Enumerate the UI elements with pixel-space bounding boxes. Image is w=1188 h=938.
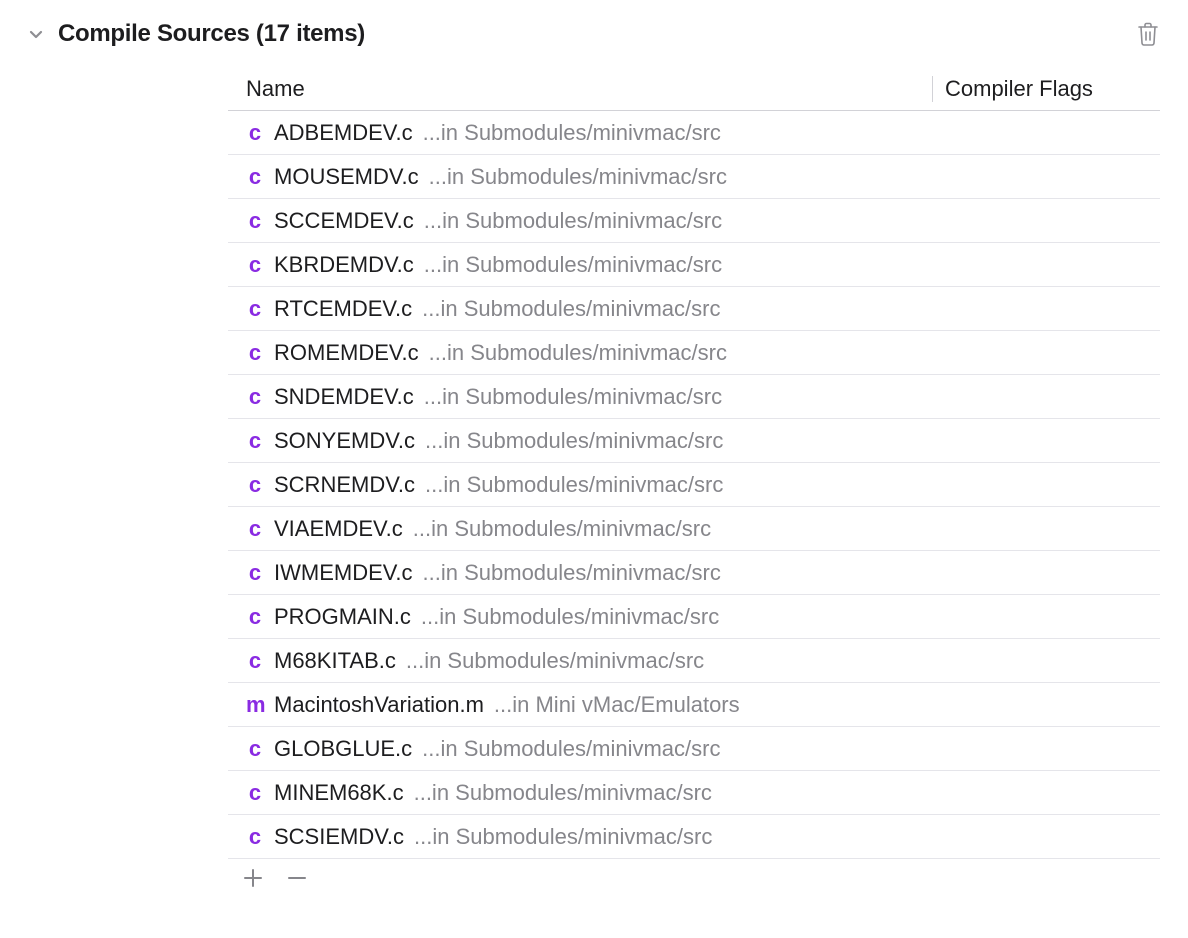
file-name: MOUSEMDV.c bbox=[274, 164, 419, 190]
table-row[interactable]: c IWMEMDEV.c ...in Submodules/minivmac/src bbox=[228, 551, 1160, 595]
trash-icon[interactable] bbox=[1136, 21, 1160, 47]
file-name: SCCEMDEV.c bbox=[274, 208, 414, 234]
cell-name: c KBRDEMDV.c ...in Submodules/minivmac/src bbox=[228, 252, 932, 278]
cell-name: c ADBEMDEV.c ...in Submodules/minivmac/src bbox=[228, 120, 932, 146]
c-file-icon: c bbox=[246, 252, 264, 278]
add-icon[interactable] bbox=[242, 867, 264, 889]
section-header: Compile Sources (17 items) bbox=[28, 20, 1160, 48]
c-file-icon: c bbox=[246, 340, 264, 366]
table-row[interactable]: c PROGMAIN.c ...in Submodules/minivmac/src bbox=[228, 595, 1160, 639]
cell-name: c GLOBGLUE.c ...in Submodules/minivmac/src bbox=[228, 736, 932, 762]
file-path: ...in Submodules/minivmac/src bbox=[423, 560, 721, 586]
file-name: ADBEMDEV.c bbox=[274, 120, 413, 146]
cell-name: m MacintoshVariation.m ...in Mini vMac/Emu… bbox=[228, 692, 932, 718]
table-row[interactable]: c KBRDEMDV.c ...in Submodules/minivmac/src bbox=[228, 243, 1160, 287]
file-path: ...in Submodules/minivmac/src bbox=[424, 384, 722, 410]
file-path: ...in Submodules/minivmac/src bbox=[406, 648, 704, 674]
table-row[interactable]: c MINEM68K.c ...in Submodules/minivmac/src bbox=[228, 771, 1160, 815]
table-row[interactable]: c RTCEMDEV.c ...in Submodules/minivmac/src bbox=[228, 287, 1160, 331]
table-row[interactable]: c VIAEMDEV.c ...in Submodules/minivmac/src bbox=[228, 507, 1160, 551]
table-header: Name Compiler Flags bbox=[228, 76, 1160, 111]
file-path: ...in Submodules/minivmac/src bbox=[424, 208, 722, 234]
cell-name: c IWMEMDEV.c ...in Submodules/minivmac/src bbox=[228, 560, 932, 586]
cell-name: c MINEM68K.c ...in Submodules/minivmac/src bbox=[228, 780, 932, 806]
file-path: ...in Submodules/minivmac/src bbox=[421, 604, 719, 630]
section-header-left: Compile Sources (17 items) bbox=[28, 20, 365, 48]
c-file-icon: c bbox=[246, 604, 264, 630]
table-row[interactable]: c MOUSEMDV.c ...in Submodules/minivmac/src bbox=[228, 155, 1160, 199]
file-path: ...in Submodules/minivmac/src bbox=[414, 824, 712, 850]
c-file-icon: c bbox=[246, 208, 264, 234]
file-name: SCSIEMDV.c bbox=[274, 824, 404, 850]
cell-name: c SCRNEMDV.c ...in Submodules/minivmac/src bbox=[228, 472, 932, 498]
section-title: Compile Sources (17 items) bbox=[58, 20, 365, 48]
table-row[interactable]: c SONYEMDV.c ...in Submodules/minivmac/src bbox=[228, 419, 1160, 463]
c-file-icon: c bbox=[246, 648, 264, 674]
file-name: SNDEMDEV.c bbox=[274, 384, 414, 410]
file-path: ...in Submodules/minivmac/src bbox=[425, 472, 723, 498]
file-path: ...in Submodules/minivmac/src bbox=[424, 252, 722, 278]
file-path: ...in Submodules/minivmac/src bbox=[425, 428, 723, 454]
column-header-name[interactable]: Name bbox=[228, 76, 932, 102]
cell-name: c MOUSEMDV.c ...in Submodules/minivmac/src bbox=[228, 164, 932, 190]
table-footer-controls bbox=[228, 859, 1160, 889]
cell-name: c RTCEMDEV.c ...in Submodules/minivmac/src bbox=[228, 296, 932, 322]
cell-name: c SONYEMDV.c ...in Submodules/minivmac/src bbox=[228, 428, 932, 454]
c-file-icon: c bbox=[246, 560, 264, 586]
file-name: ROMEMDEV.c bbox=[274, 340, 419, 366]
chevron-down-icon[interactable] bbox=[28, 26, 44, 42]
file-path: ...in Submodules/minivmac/src bbox=[429, 340, 727, 366]
file-name: MINEM68K.c bbox=[274, 780, 404, 806]
table-row[interactable]: c SCRNEMDV.c ...in Submodules/minivmac/src bbox=[228, 463, 1160, 507]
file-path: ...in Submodules/minivmac/src bbox=[422, 296, 720, 322]
cell-name: c SCCEMDEV.c ...in Submodules/minivmac/src bbox=[228, 208, 932, 234]
file-name: M68KITAB.c bbox=[274, 648, 396, 674]
c-file-icon: c bbox=[246, 296, 264, 322]
c-file-icon: c bbox=[246, 472, 264, 498]
file-name: VIAEMDEV.c bbox=[274, 516, 403, 542]
table-row[interactable]: c SCCEMDEV.c ...in Submodules/minivmac/src bbox=[228, 199, 1160, 243]
c-file-icon: c bbox=[246, 164, 264, 190]
c-file-icon: c bbox=[246, 516, 264, 542]
file-path: ...in Submodules/minivmac/src bbox=[413, 516, 711, 542]
remove-icon[interactable] bbox=[286, 867, 308, 889]
column-header-compiler-flags[interactable]: Compiler Flags bbox=[932, 76, 1160, 102]
table-row[interactable]: c ADBEMDEV.c ...in Submodules/minivmac/src bbox=[228, 111, 1160, 155]
table-row[interactable]: c SNDEMDEV.c ...in Submodules/minivmac/src bbox=[228, 375, 1160, 419]
file-name: PROGMAIN.c bbox=[274, 604, 411, 630]
file-path: ...in Submodules/minivmac/src bbox=[422, 736, 720, 762]
file-path: ...in Submodules/minivmac/src bbox=[414, 780, 712, 806]
file-path: ...in Mini vMac/Emulators bbox=[494, 692, 740, 718]
table-row[interactable]: c GLOBGLUE.c ...in Submodules/minivmac/src bbox=[228, 727, 1160, 771]
cell-name: c SCSIEMDV.c ...in Submodules/minivmac/src bbox=[228, 824, 932, 850]
table-row[interactable]: m MacintoshVariation.m ...in Mini vMac/Emu… bbox=[228, 683, 1160, 727]
file-name: IWMEMDEV.c bbox=[274, 560, 413, 586]
cell-name: c M68KITAB.c ...in Submodules/minivmac/src bbox=[228, 648, 932, 674]
cell-name: c PROGMAIN.c ...in Submodules/minivmac/src bbox=[228, 604, 932, 630]
cell-name: c ROMEMDEV.c ...in Submodules/minivmac/src bbox=[228, 340, 932, 366]
c-file-icon: c bbox=[246, 428, 264, 454]
sources-table: Name Compiler Flags c ADBEMDEV.c ...in Sub… bbox=[228, 76, 1160, 889]
c-file-icon: c bbox=[246, 384, 264, 410]
file-name: SONYEMDV.c bbox=[274, 428, 415, 454]
c-file-icon: c bbox=[246, 824, 264, 850]
objc-file-icon: m bbox=[246, 692, 264, 718]
file-name: SCRNEMDV.c bbox=[274, 472, 415, 498]
file-name: MacintoshVariation.m bbox=[274, 692, 484, 718]
table-body: c ADBEMDEV.c ...in Submodules/minivmac/src… bbox=[228, 111, 1160, 859]
table-row[interactable]: c ROMEMDEV.c ...in Submodules/minivmac/src bbox=[228, 331, 1160, 375]
c-file-icon: c bbox=[246, 780, 264, 806]
file-path: ...in Submodules/minivmac/src bbox=[429, 164, 727, 190]
c-file-icon: c bbox=[246, 736, 264, 762]
c-file-icon: c bbox=[246, 120, 264, 146]
cell-name: c SNDEMDEV.c ...in Submodules/minivmac/src bbox=[228, 384, 932, 410]
table-row[interactable]: c M68KITAB.c ...in Submodules/minivmac/src bbox=[228, 639, 1160, 683]
file-path: ...in Submodules/minivmac/src bbox=[423, 120, 721, 146]
file-name: RTCEMDEV.c bbox=[274, 296, 412, 322]
file-name: GLOBGLUE.c bbox=[274, 736, 412, 762]
cell-name: c VIAEMDEV.c ...in Submodules/minivmac/src bbox=[228, 516, 932, 542]
file-name: KBRDEMDV.c bbox=[274, 252, 414, 278]
table-row[interactable]: c SCSIEMDV.c ...in Submodules/minivmac/src bbox=[228, 815, 1160, 859]
